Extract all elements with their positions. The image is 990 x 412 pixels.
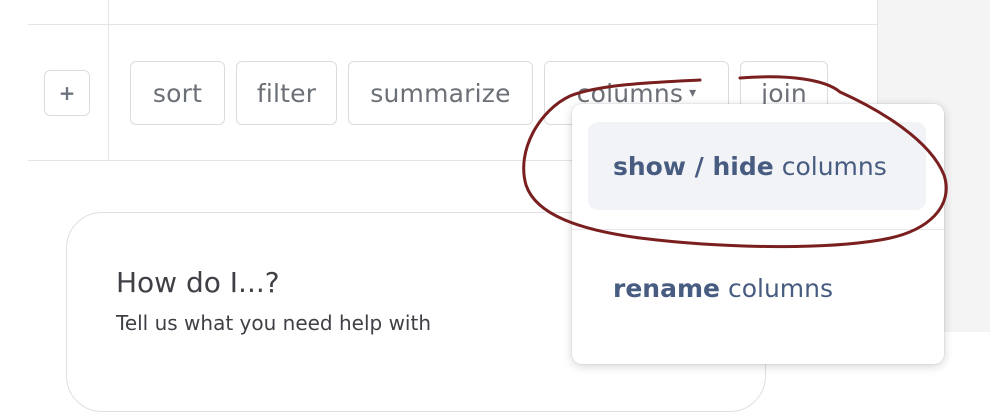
help-card-title: How do I...?: [116, 266, 280, 299]
row-divider-top: [28, 24, 877, 25]
add-step-button[interactable]: +: [44, 70, 90, 116]
menu-item-text: columns: [781, 151, 887, 181]
menu-item-bold: rename: [613, 273, 720, 303]
menu-item-bold: show / hide: [613, 151, 774, 181]
plus-icon: +: [58, 81, 76, 105]
sort-button[interactable]: sort: [130, 61, 225, 125]
chevron-down-icon: ▾: [689, 85, 697, 101]
menu-item-show-hide-columns[interactable]: show / hide columns: [588, 122, 926, 210]
sort-label: sort: [152, 78, 203, 108]
menu-item-text: columns: [727, 273, 834, 303]
menu-item-rename-columns[interactable]: rename columns: [588, 244, 926, 332]
column-divider-top: [108, 0, 109, 24]
summarize-button[interactable]: summarize: [348, 61, 533, 125]
filter-label: filter: [256, 78, 317, 108]
help-card-subtitle: Tell us what you need help with: [116, 311, 431, 335]
summarize-label: summarize: [370, 78, 511, 108]
menu-divider: [572, 229, 944, 230]
column-divider-step: [108, 24, 109, 160]
filter-button[interactable]: filter: [236, 61, 337, 125]
columns-dropdown-menu: show / hide columns rename columns: [572, 104, 944, 364]
